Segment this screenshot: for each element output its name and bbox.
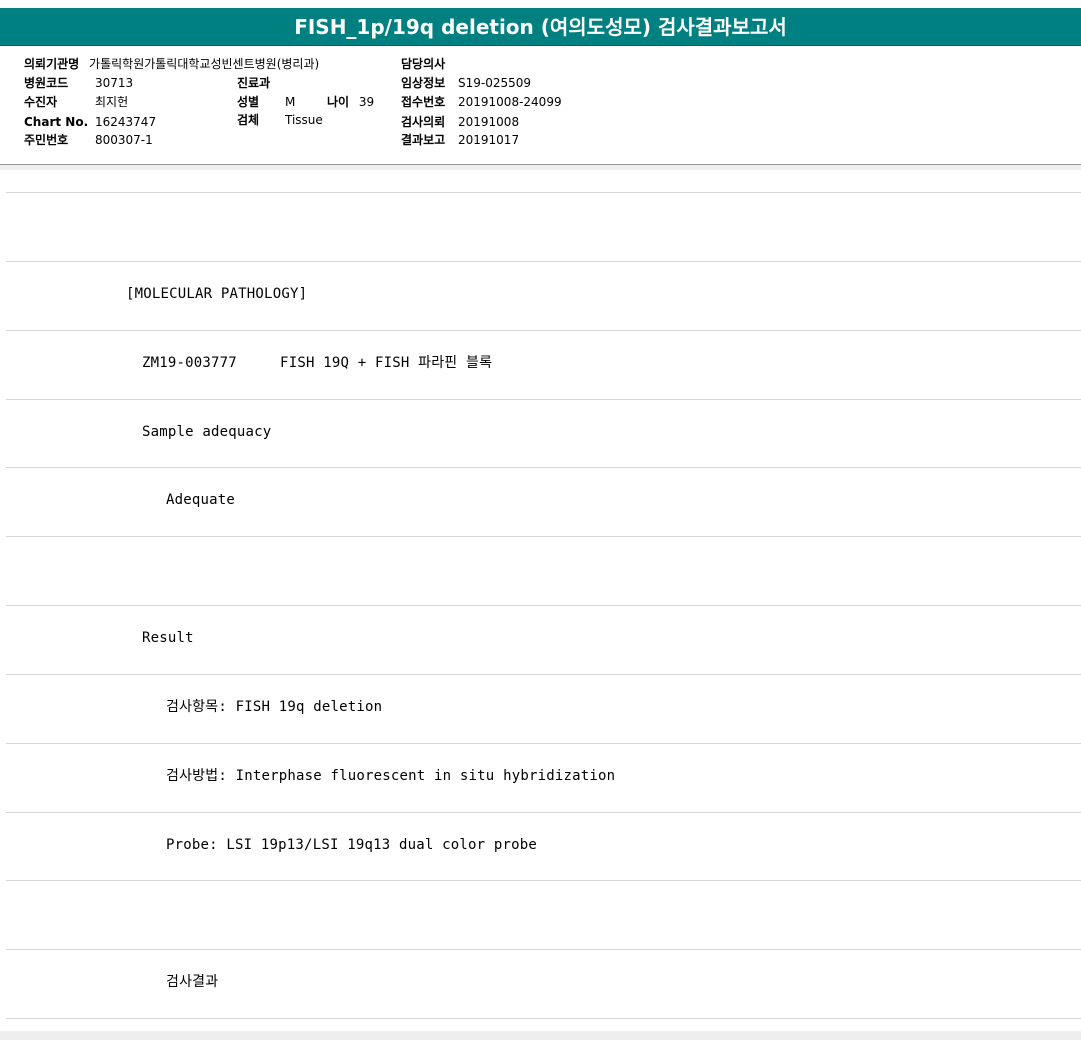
report-date-label: 결과보고 — [401, 133, 446, 147]
footer-strip — [0, 1031, 1081, 1040]
hospital-code-field: 병원코드 30713 — [24, 75, 133, 91]
hospital-code-label: 병원코드 — [24, 76, 69, 90]
test-method-line: 검사방법: Interphase fluorescent in situ hyb… — [166, 768, 616, 784]
clinical-info-value: S19-025509 — [458, 76, 532, 90]
receipt-no-label: 접수번호 — [401, 95, 446, 109]
specimen-field: 검체 Tissue — [237, 112, 323, 128]
test-result-heading: 검사결과 — [166, 974, 219, 990]
institution-value: 가톨릭학원가톨릭대학교성빈센트병원(병리과) — [89, 57, 320, 71]
body-row — [6, 536, 1081, 605]
sex-label: 성별 — [237, 95, 260, 109]
section-heading: [MOLECULAR PATHOLOGY] — [126, 286, 308, 302]
header-separator — [0, 165, 1081, 170]
body-row: ZM19-003777 FISH 19Q + FISH 파라핀 블록 — [6, 330, 1081, 399]
report-date-field: 결과보고 20191017 — [401, 132, 519, 148]
patient-info-panel: 의뢰기관명 가톨릭학원가톨릭대학교성빈센트병원(병리과) 병원코드 30713 … — [0, 48, 1081, 165]
hospital-code-value: 30713 — [95, 76, 134, 90]
body-row — [6, 192, 1081, 261]
receipt-no-field: 접수번호 20191008-24099 — [401, 94, 562, 110]
body-row: Probe: LSI 19p13/LSI 19q13 dual color pr… — [6, 812, 1081, 881]
report-date-value: 20191017 — [458, 133, 520, 147]
sample-adequacy-heading: Sample adequacy — [142, 424, 272, 440]
specimen-value: Tissue — [285, 113, 323, 127]
body-row: 검사항목: FISH 19q deletion — [6, 674, 1081, 743]
resident-no-value: 800307-1 — [95, 133, 153, 147]
patient-label: 수진자 — [24, 95, 58, 109]
department-label: 진료과 — [237, 76, 271, 90]
clinical-info-field: 임상정보 S19-025509 — [401, 75, 531, 91]
doctor-field: 담당의사 — [401, 56, 451, 72]
sex-value: M — [285, 95, 296, 109]
chart-no-field: Chart No. 16243747 — [24, 114, 156, 130]
body-row: 검사방법: Interphase fluorescent in situ hyb… — [6, 743, 1081, 812]
body-row — [6, 880, 1081, 949]
request-date-field: 검사의뢰 20191008 — [401, 114, 519, 130]
body-row-end-rule — [6, 1018, 1081, 1019]
test-item-line: 검사항목: FISH 19q deletion — [166, 699, 383, 715]
report-title: FISH_1p/19q deletion (여의도성모) 검사결과보고서 — [0, 8, 1081, 46]
patient-field: 수진자 최지헌 — [24, 94, 128, 110]
receipt-no-value: 20191008-24099 — [458, 95, 562, 109]
institution-field: 의뢰기관명 가톨릭학원가톨릭대학교성빈센트병원(병리과) — [24, 56, 319, 72]
body-row: [MOLECULAR PATHOLOGY] — [6, 261, 1081, 330]
resident-no-label: 주민번호 — [24, 133, 69, 147]
age-value: 39 — [358, 95, 375, 109]
case-line: ZM19-003777 FISH 19Q + FISH 파라핀 블록 — [142, 355, 493, 371]
doctor-label: 담당의사 — [401, 57, 446, 71]
age-field: 나이 39 — [327, 94, 374, 110]
body-row: Result — [6, 605, 1081, 674]
request-date-value: 20191008 — [458, 115, 520, 129]
sample-adequacy-value: Adequate — [166, 492, 236, 508]
patient-value: 최지헌 — [95, 95, 129, 109]
chart-no-label: Chart No. — [24, 115, 89, 129]
age-label: 나이 — [327, 95, 350, 109]
request-date-label: 검사의뢰 — [401, 115, 446, 129]
chart-no-value: 16243747 — [95, 115, 157, 129]
body-row: Sample adequacy — [6, 399, 1081, 468]
probe-line: Probe: LSI 19p13/LSI 19q13 dual color pr… — [166, 837, 538, 853]
body-row: Adequate — [6, 467, 1081, 536]
institution-label: 의뢰기관명 — [24, 57, 80, 71]
body-row: 검사결과 — [6, 949, 1081, 1018]
resident-no-field: 주민번호 800307-1 — [24, 132, 153, 148]
specimen-label: 검체 — [237, 113, 260, 127]
department-field: 진료과 — [237, 75, 276, 91]
result-heading: Result — [142, 630, 194, 646]
clinical-info-label: 임상정보 — [401, 76, 446, 90]
sex-field: 성별 M — [237, 94, 295, 110]
